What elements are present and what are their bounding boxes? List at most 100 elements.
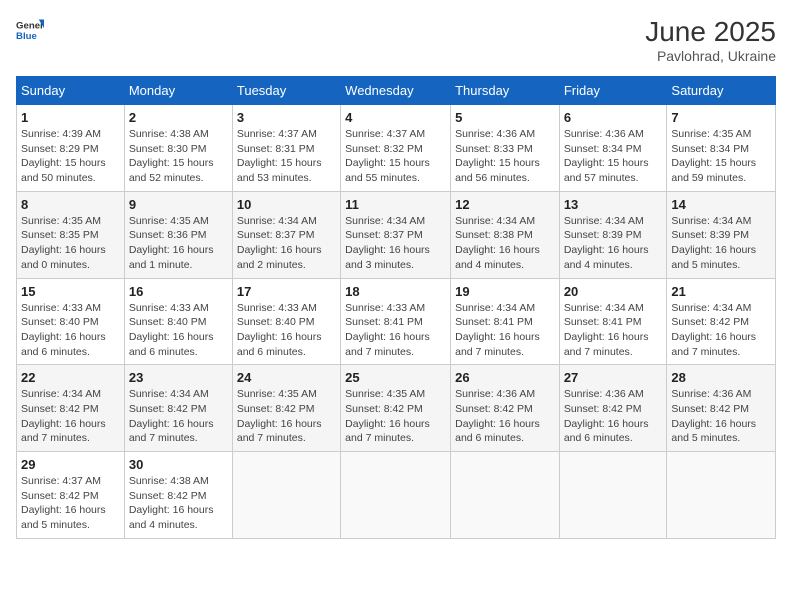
calendar-table: Sunday Monday Tuesday Wednesday Thursday… xyxy=(16,76,776,539)
day-detail: Sunrise: 4:33 AM Sunset: 8:40 PM Dayligh… xyxy=(21,301,120,360)
calendar-cell: 22 Sunrise: 4:34 AM Sunset: 8:42 PM Dayl… xyxy=(17,365,125,452)
calendar-cell xyxy=(559,452,667,539)
day-number: 5 xyxy=(455,110,555,125)
calendar-cell: 27 Sunrise: 4:36 AM Sunset: 8:42 PM Dayl… xyxy=(559,365,667,452)
calendar-cell: 12 Sunrise: 4:34 AM Sunset: 8:38 PM Dayl… xyxy=(451,191,560,278)
logo: General Blue xyxy=(16,16,44,44)
week-row-2: 8 Sunrise: 4:35 AM Sunset: 8:35 PM Dayli… xyxy=(17,191,776,278)
calendar-cell: 15 Sunrise: 4:33 AM Sunset: 8:40 PM Dayl… xyxy=(17,278,125,365)
calendar-cell xyxy=(341,452,451,539)
calendar-cell: 3 Sunrise: 4:37 AM Sunset: 8:31 PM Dayli… xyxy=(232,105,340,192)
calendar-cell: 17 Sunrise: 4:33 AM Sunset: 8:40 PM Dayl… xyxy=(232,278,340,365)
svg-text:Blue: Blue xyxy=(16,31,37,42)
calendar-cell: 29 Sunrise: 4:37 AM Sunset: 8:42 PM Dayl… xyxy=(17,452,125,539)
day-detail: Sunrise: 4:34 AM Sunset: 8:37 PM Dayligh… xyxy=(345,214,446,273)
day-number: 17 xyxy=(237,284,336,299)
calendar-cell: 11 Sunrise: 4:34 AM Sunset: 8:37 PM Dayl… xyxy=(341,191,451,278)
calendar-cell: 14 Sunrise: 4:34 AM Sunset: 8:39 PM Dayl… xyxy=(667,191,776,278)
calendar-cell xyxy=(667,452,776,539)
day-number: 28 xyxy=(671,370,771,385)
calendar-cell: 20 Sunrise: 4:34 AM Sunset: 8:41 PM Dayl… xyxy=(559,278,667,365)
calendar-cell: 6 Sunrise: 4:36 AM Sunset: 8:34 PM Dayli… xyxy=(559,105,667,192)
calendar-cell: 26 Sunrise: 4:36 AM Sunset: 8:42 PM Dayl… xyxy=(451,365,560,452)
calendar-cell: 10 Sunrise: 4:34 AM Sunset: 8:37 PM Dayl… xyxy=(232,191,340,278)
day-detail: Sunrise: 4:35 AM Sunset: 8:34 PM Dayligh… xyxy=(671,127,771,186)
day-number: 7 xyxy=(671,110,771,125)
day-number: 12 xyxy=(455,197,555,212)
day-detail: Sunrise: 4:34 AM Sunset: 8:41 PM Dayligh… xyxy=(564,301,663,360)
day-number: 11 xyxy=(345,197,446,212)
day-detail: Sunrise: 4:36 AM Sunset: 8:42 PM Dayligh… xyxy=(564,387,663,446)
day-detail: Sunrise: 4:36 AM Sunset: 8:33 PM Dayligh… xyxy=(455,127,555,186)
calendar-cell: 18 Sunrise: 4:33 AM Sunset: 8:41 PM Dayl… xyxy=(341,278,451,365)
day-number: 29 xyxy=(21,457,120,472)
svg-text:General: General xyxy=(16,20,44,31)
calendar-cell: 16 Sunrise: 4:33 AM Sunset: 8:40 PM Dayl… xyxy=(124,278,232,365)
day-number: 10 xyxy=(237,197,336,212)
day-number: 14 xyxy=(671,197,771,212)
day-number: 13 xyxy=(564,197,663,212)
day-detail: Sunrise: 4:34 AM Sunset: 8:37 PM Dayligh… xyxy=(237,214,336,273)
calendar-header-row: Sunday Monday Tuesday Wednesday Thursday… xyxy=(17,77,776,105)
day-number: 24 xyxy=(237,370,336,385)
header-wednesday: Wednesday xyxy=(341,77,451,105)
day-number: 27 xyxy=(564,370,663,385)
calendar-cell: 8 Sunrise: 4:35 AM Sunset: 8:35 PM Dayli… xyxy=(17,191,125,278)
header-saturday: Saturday xyxy=(667,77,776,105)
header-tuesday: Tuesday xyxy=(232,77,340,105)
calendar-cell: 19 Sunrise: 4:34 AM Sunset: 8:41 PM Dayl… xyxy=(451,278,560,365)
day-number: 30 xyxy=(129,457,228,472)
day-detail: Sunrise: 4:35 AM Sunset: 8:42 PM Dayligh… xyxy=(237,387,336,446)
day-detail: Sunrise: 4:34 AM Sunset: 8:39 PM Dayligh… xyxy=(671,214,771,273)
day-detail: Sunrise: 4:33 AM Sunset: 8:40 PM Dayligh… xyxy=(237,301,336,360)
day-number: 9 xyxy=(129,197,228,212)
day-number: 1 xyxy=(21,110,120,125)
logo-icon: General Blue xyxy=(16,16,44,44)
week-row-5: 29 Sunrise: 4:37 AM Sunset: 8:42 PM Dayl… xyxy=(17,452,776,539)
day-number: 20 xyxy=(564,284,663,299)
calendar-cell: 23 Sunrise: 4:34 AM Sunset: 8:42 PM Dayl… xyxy=(124,365,232,452)
title-block: June 2025 Pavlohrad, Ukraine xyxy=(645,16,776,64)
day-detail: Sunrise: 4:34 AM Sunset: 8:42 PM Dayligh… xyxy=(21,387,120,446)
day-detail: Sunrise: 4:36 AM Sunset: 8:42 PM Dayligh… xyxy=(455,387,555,446)
day-detail: Sunrise: 4:36 AM Sunset: 8:34 PM Dayligh… xyxy=(564,127,663,186)
week-row-4: 22 Sunrise: 4:34 AM Sunset: 8:42 PM Dayl… xyxy=(17,365,776,452)
calendar-cell: 28 Sunrise: 4:36 AM Sunset: 8:42 PM Dayl… xyxy=(667,365,776,452)
day-number: 6 xyxy=(564,110,663,125)
day-detail: Sunrise: 4:34 AM Sunset: 8:41 PM Dayligh… xyxy=(455,301,555,360)
month-title: June 2025 xyxy=(645,16,776,48)
calendar-cell: 30 Sunrise: 4:38 AM Sunset: 8:42 PM Dayl… xyxy=(124,452,232,539)
location-title: Pavlohrad, Ukraine xyxy=(645,48,776,64)
page-header: General Blue June 2025 Pavlohrad, Ukrain… xyxy=(16,16,776,64)
day-detail: Sunrise: 4:37 AM Sunset: 8:32 PM Dayligh… xyxy=(345,127,446,186)
day-number: 18 xyxy=(345,284,446,299)
day-detail: Sunrise: 4:38 AM Sunset: 8:30 PM Dayligh… xyxy=(129,127,228,186)
calendar-cell: 2 Sunrise: 4:38 AM Sunset: 8:30 PM Dayli… xyxy=(124,105,232,192)
day-detail: Sunrise: 4:33 AM Sunset: 8:41 PM Dayligh… xyxy=(345,301,446,360)
day-detail: Sunrise: 4:33 AM Sunset: 8:40 PM Dayligh… xyxy=(129,301,228,360)
day-detail: Sunrise: 4:39 AM Sunset: 8:29 PM Dayligh… xyxy=(21,127,120,186)
week-row-3: 15 Sunrise: 4:33 AM Sunset: 8:40 PM Dayl… xyxy=(17,278,776,365)
day-number: 23 xyxy=(129,370,228,385)
day-detail: Sunrise: 4:38 AM Sunset: 8:42 PM Dayligh… xyxy=(129,474,228,533)
day-number: 25 xyxy=(345,370,446,385)
day-detail: Sunrise: 4:35 AM Sunset: 8:42 PM Dayligh… xyxy=(345,387,446,446)
day-detail: Sunrise: 4:34 AM Sunset: 8:38 PM Dayligh… xyxy=(455,214,555,273)
header-sunday: Sunday xyxy=(17,77,125,105)
header-monday: Monday xyxy=(124,77,232,105)
week-row-1: 1 Sunrise: 4:39 AM Sunset: 8:29 PM Dayli… xyxy=(17,105,776,192)
day-number: 16 xyxy=(129,284,228,299)
day-number: 3 xyxy=(237,110,336,125)
day-detail: Sunrise: 4:34 AM Sunset: 8:42 PM Dayligh… xyxy=(671,301,771,360)
day-number: 15 xyxy=(21,284,120,299)
day-number: 21 xyxy=(671,284,771,299)
day-detail: Sunrise: 4:36 AM Sunset: 8:42 PM Dayligh… xyxy=(671,387,771,446)
calendar-cell: 25 Sunrise: 4:35 AM Sunset: 8:42 PM Dayl… xyxy=(341,365,451,452)
header-thursday: Thursday xyxy=(451,77,560,105)
day-detail: Sunrise: 4:37 AM Sunset: 8:42 PM Dayligh… xyxy=(21,474,120,533)
calendar-cell: 1 Sunrise: 4:39 AM Sunset: 8:29 PM Dayli… xyxy=(17,105,125,192)
day-number: 26 xyxy=(455,370,555,385)
calendar-cell: 21 Sunrise: 4:34 AM Sunset: 8:42 PM Dayl… xyxy=(667,278,776,365)
calendar-cell: 24 Sunrise: 4:35 AM Sunset: 8:42 PM Dayl… xyxy=(232,365,340,452)
day-detail: Sunrise: 4:35 AM Sunset: 8:36 PM Dayligh… xyxy=(129,214,228,273)
